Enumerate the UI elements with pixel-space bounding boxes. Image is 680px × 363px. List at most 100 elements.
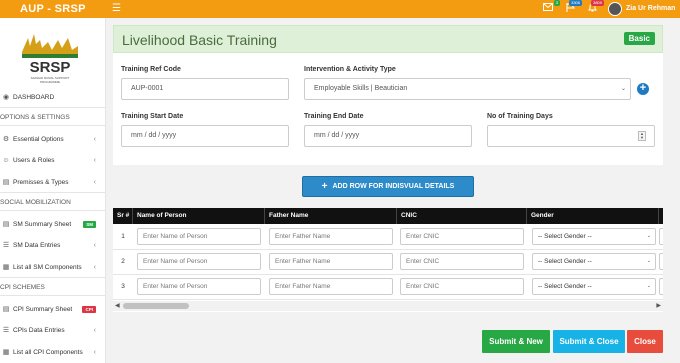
add-row-label: ADD ROW FOR INDISVUAL DETAILS — [332, 183, 455, 190]
submit-close-button[interactable]: Submit & Close — [553, 330, 625, 353]
bell-icon[interactable]: 3809 — [586, 0, 604, 14]
close-button[interactable]: Close — [627, 330, 663, 353]
sm-pill: SM — [83, 221, 96, 228]
divider — [0, 277, 106, 278]
column-header-extra — [659, 208, 663, 224]
sidebar-item-label: SM Summary Sheet — [13, 221, 72, 228]
person-name-input[interactable]: Enter Name of Person — [137, 278, 261, 295]
envelope-icon[interactable]: 3 — [542, 0, 560, 14]
hamburger-icon[interactable]: ☰ — [112, 3, 121, 14]
add-intervention-button[interactable]: + — [637, 83, 649, 95]
page-header: Livelihood Basic Training Basic — [113, 25, 663, 53]
row-number: 1 — [121, 233, 125, 240]
gender-select[interactable]: -- Select Gender -- ⌄ — [532, 278, 656, 295]
training-days-input[interactable]: ▲ ▼ — [487, 125, 655, 147]
status-badge: Basic — [623, 32, 655, 45]
gender-value: -- Select Gender -- — [538, 233, 592, 240]
horizontal-scrollbar[interactable]: ◀ ▶ — [113, 301, 663, 311]
number-spinner[interactable]: ▲ ▼ — [638, 131, 646, 141]
sidebar-item-essential-options[interactable]: ⚙ Essential Options ‹ — [0, 133, 106, 147]
avatar[interactable] — [608, 2, 622, 16]
scroll-right-icon[interactable]: ▶ — [656, 302, 661, 309]
father-name-input[interactable]: Enter Father Name — [269, 228, 393, 245]
table-row: 2 Enter Name of Person Enter Father Name… — [113, 250, 663, 275]
sidebar-item-cpi-summary[interactable]: ▤ CPI Summary Sheet CPI — [0, 303, 106, 317]
user-name[interactable]: Zia Ur Rehman — [626, 5, 675, 12]
person-name-input[interactable]: Enter Name of Person — [137, 253, 261, 270]
scroll-left-icon[interactable]: ◀ — [115, 302, 120, 309]
ref-code-input[interactable]: AUP-0001 — [121, 78, 289, 100]
intervention-label: Intervention & Activity Type — [304, 66, 396, 73]
gender-select[interactable]: -- Select Gender -- ⌄ — [532, 253, 656, 270]
start-date-label: Training Start Date — [121, 113, 184, 120]
sidebar-item-users-roles[interactable]: ☺ Users & Roles ‹ — [0, 154, 106, 168]
cnic-input[interactable]: Enter CNIC — [400, 253, 524, 270]
individual-details-table: Sr # Name of Person Father Name CNIC Gen… — [113, 208, 663, 312]
user-icon: ☺ — [2, 157, 10, 164]
sidebar-item-dashboard[interactable]: ◉ DASHBOARD — [0, 91, 106, 105]
page-title: Livelihood Basic Training — [122, 32, 277, 48]
sidebar-item-label: DASHBOARD — [13, 94, 55, 101]
main-content: Livelihood Basic Training Basic Training… — [106, 18, 680, 363]
sidebar-item-premisses-types[interactable]: ▤ Premisses & Types ‹ — [0, 176, 106, 190]
cnic-input[interactable]: Enter CNIC — [400, 278, 524, 295]
chevron-left-icon: ‹ — [93, 179, 96, 186]
person-name-input[interactable]: Enter Name of Person — [137, 228, 261, 245]
extra-cell-input[interactable] — [659, 253, 663, 270]
end-date-label: Training End Date — [304, 113, 364, 120]
submit-new-button[interactable]: Submit & New — [482, 330, 550, 353]
divider — [0, 210, 106, 211]
extra-cell-input[interactable] — [659, 278, 663, 295]
column-header-name: Name of Person — [133, 208, 265, 224]
svg-text:PROGRAMME: PROGRAMME — [40, 80, 60, 84]
column-header-father-name: Father Name — [265, 208, 397, 224]
building-icon: ▤ — [2, 179, 10, 186]
grid-icon: ▦ — [2, 264, 10, 271]
srsp-logo: SRSP SARHAD RURAL SUPPORT PROGRAMME — [20, 28, 80, 90]
sidebar-item-cpi-data-entries[interactable]: ☰ CPIs Data Entries ‹ — [0, 324, 106, 338]
add-row-button[interactable]: + ADD ROW FOR INDISVUAL DETAILS — [302, 176, 474, 197]
chevron-left-icon: ‹ — [93, 264, 96, 271]
grid-icon: ▦ — [2, 349, 10, 356]
dashboard-icon: ◉ — [2, 94, 10, 101]
cnic-input[interactable]: Enter CNIC — [400, 228, 524, 245]
top-bar: AUP - SRSP ☰ 3 3306 3809 Zia Ur Rehman — [0, 0, 680, 18]
ref-code-label: Training Ref Code — [121, 66, 181, 73]
chevron-left-icon: ‹ — [93, 327, 96, 334]
app-title[interactable]: AUP - SRSP — [20, 3, 86, 15]
chevron-left-icon: ‹ — [93, 157, 96, 164]
end-date-input[interactable]: mm / dd / yyyy — [304, 125, 472, 147]
scroll-thumb[interactable] — [123, 303, 189, 309]
intervention-select[interactable]: Employable Skills | Beautician ⌄ — [304, 78, 631, 100]
divider — [0, 107, 106, 108]
table-header: Sr # Name of Person Father Name CNIC Gen… — [113, 208, 663, 224]
notification-badge: 3306 — [569, 0, 582, 6]
cpi-pill: CPI — [82, 306, 96, 313]
sidebar: SRSP SARHAD RURAL SUPPORT PROGRAMME ◉ DA… — [0, 18, 106, 363]
column-header-cnic: CNIC — [397, 208, 527, 224]
sheet-icon: ▤ — [2, 221, 10, 228]
list-icon: ☰ — [2, 327, 10, 334]
sheet-icon: ▤ — [2, 306, 10, 313]
sidebar-item-list-sm-components[interactable]: ▦ List all SM Components ‹ — [0, 261, 106, 275]
divider — [0, 192, 106, 193]
start-date-input[interactable]: mm / dd / yyyy — [121, 125, 289, 147]
gender-select[interactable]: -- Select Gender -- ⌄ — [532, 228, 656, 245]
section-cpi-schemes: CPI SCHEMES — [0, 284, 45, 291]
sidebar-item-sm-data-entries[interactable]: ☰ SM Data Entries ‹ — [0, 239, 106, 253]
sidebar-item-sm-summary[interactable]: ▤ SM Summary Sheet SM — [0, 218, 106, 232]
father-name-input[interactable]: Enter Father Name — [269, 253, 393, 270]
flag-icon[interactable]: 3306 — [564, 0, 582, 14]
notification-badge: 3 — [553, 0, 560, 6]
father-name-input[interactable]: Enter Father Name — [269, 278, 393, 295]
training-days-label: No of Training Days — [487, 113, 553, 120]
gender-value: -- Select Gender -- — [538, 258, 592, 265]
chevron-left-icon: ‹ — [93, 242, 96, 249]
gear-icon: ⚙ — [2, 136, 10, 143]
sidebar-item-list-cpi-components[interactable]: ▦ List all CPI Components ‹ — [0, 346, 106, 360]
training-form: Training Ref Code AUP-0001 Intervention … — [113, 53, 663, 165]
extra-cell-input[interactable] — [659, 228, 663, 245]
row-number: 3 — [121, 283, 125, 290]
svg-text:SRSP: SRSP — [30, 59, 71, 76]
sidebar-item-label: Essential Options — [13, 136, 64, 143]
